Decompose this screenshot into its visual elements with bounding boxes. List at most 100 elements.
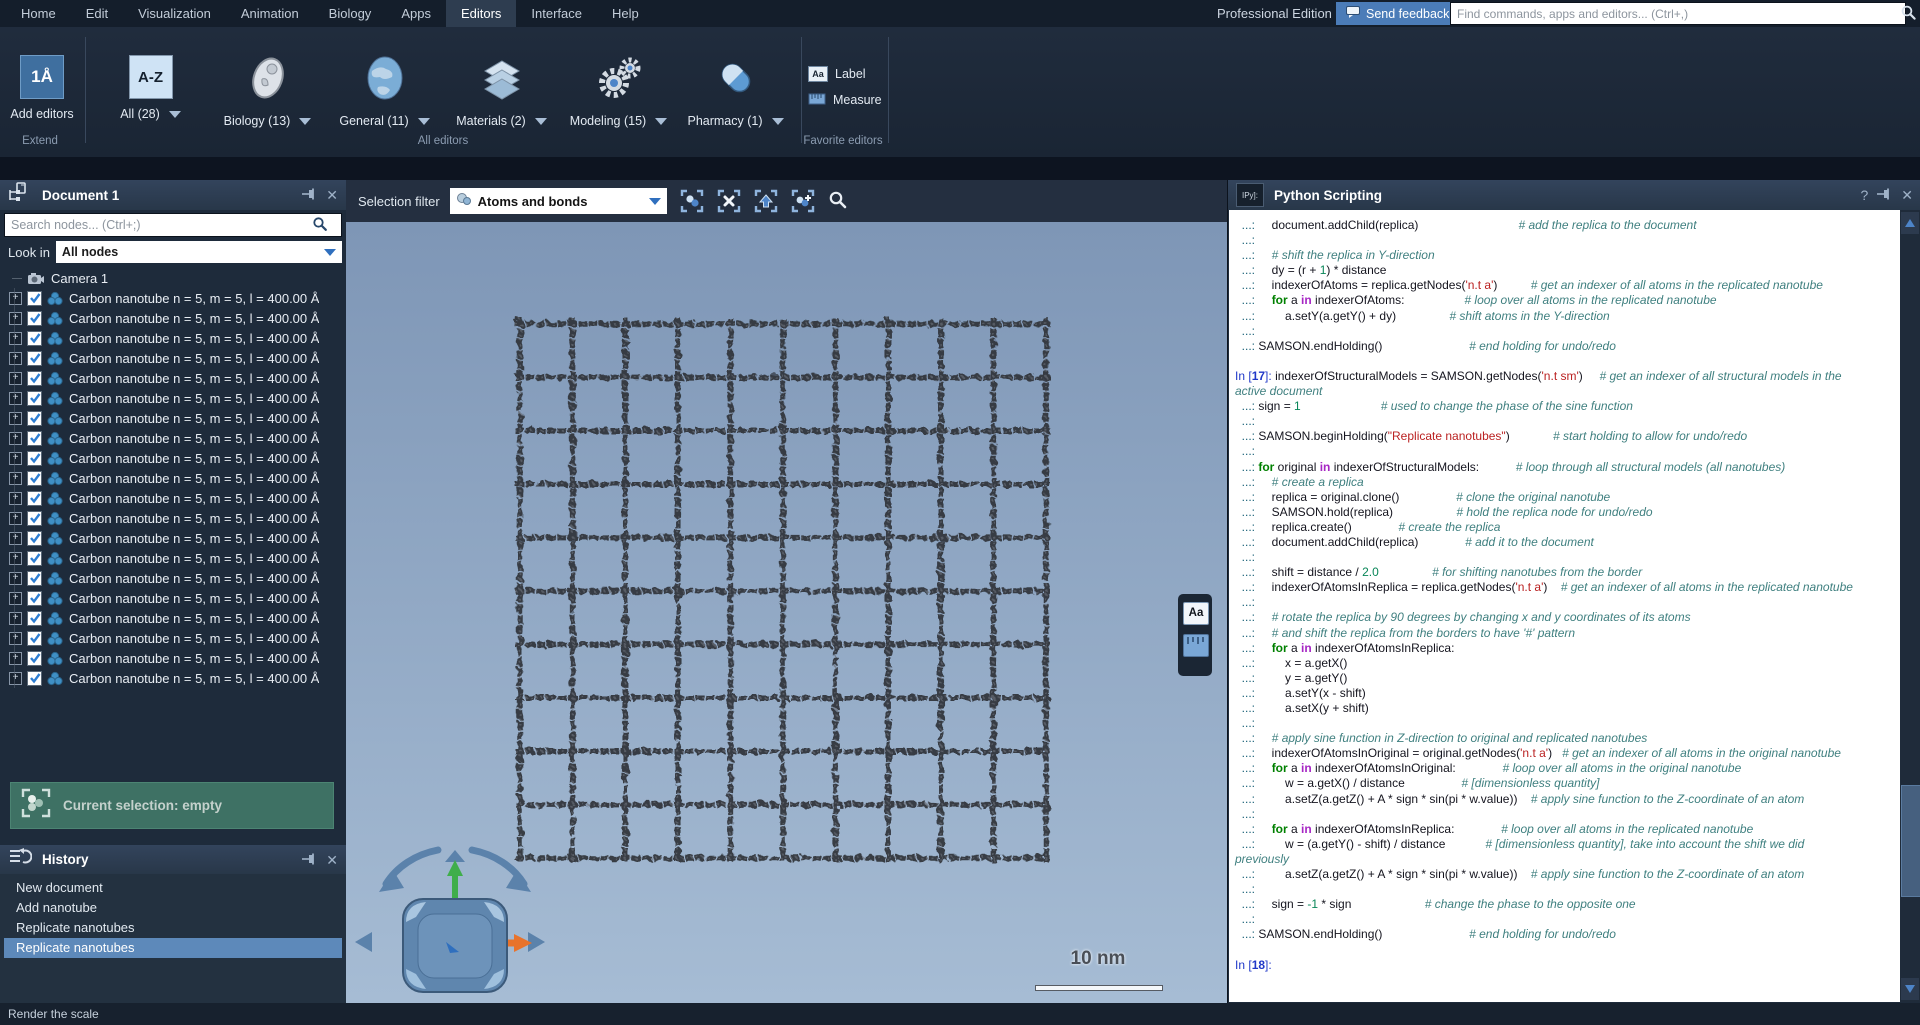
tree-item-nanotube[interactable]: +Carbon nanotube n = 5, m = 5, l = 400.0… <box>0 508 346 528</box>
expand-icon[interactable]: + <box>9 332 22 345</box>
tree-item-nanotube[interactable]: +Carbon nanotube n = 5, m = 5, l = 400.0… <box>0 288 346 308</box>
scroll-down-icon[interactable] <box>1901 978 1919 1000</box>
chevron-down-icon[interactable] <box>299 118 311 125</box>
expand-icon[interactable]: + <box>9 312 22 325</box>
visibility-checkbox[interactable] <box>27 571 42 586</box>
visibility-checkbox[interactable] <box>27 331 42 346</box>
favorite-editor-label[interactable]: AaLabel <box>808 61 882 87</box>
tree-item-nanotube[interactable]: +Carbon nanotube n = 5, m = 5, l = 400.0… <box>0 388 346 408</box>
visibility-checkbox[interactable] <box>27 531 42 546</box>
tree-item-nanotube[interactable]: +Carbon nanotube n = 5, m = 5, l = 400.0… <box>0 568 346 588</box>
pin-icon[interactable] <box>302 853 317 867</box>
expand-icon[interactable]: + <box>9 432 22 445</box>
chevron-down-icon[interactable] <box>169 111 181 118</box>
tree-item-nanotube[interactable]: +Carbon nanotube n = 5, m = 5, l = 400.0… <box>0 628 346 648</box>
visibility-checkbox[interactable] <box>27 351 42 366</box>
visibility-checkbox[interactable] <box>27 291 42 306</box>
expand-icon[interactable]: + <box>9 672 22 685</box>
favorite-editor-measure[interactable]: Measure <box>808 87 882 113</box>
menu-item-home[interactable]: Home <box>6 0 71 27</box>
visibility-checkbox[interactable] <box>27 371 42 386</box>
help-icon[interactable]: ? <box>1860 188 1868 202</box>
expand-icon[interactable]: + <box>9 352 22 365</box>
tree-item-nanotube[interactable]: +Carbon nanotube n = 5, m = 5, l = 400.0… <box>0 488 346 508</box>
tree-item-nanotube[interactable]: +Carbon nanotube n = 5, m = 5, l = 400.0… <box>0 668 346 688</box>
menu-item-animation[interactable]: Animation <box>226 0 314 27</box>
console-scrollbar[interactable] <box>1900 210 1920 1002</box>
expand-icon[interactable]: + <box>9 552 22 565</box>
history-item-replicate-nanotubes[interactable]: Replicate nanotubes <box>4 938 342 958</box>
expand-icon[interactable]: + <box>9 392 22 405</box>
visibility-checkbox[interactable] <box>27 551 42 566</box>
chevron-down-icon[interactable] <box>655 118 667 125</box>
tree-item-nanotube[interactable]: +Carbon nanotube n = 5, m = 5, l = 400.0… <box>0 428 346 448</box>
expand-icon[interactable]: + <box>9 492 22 505</box>
menu-item-editors[interactable]: Editors <box>446 0 516 27</box>
editor-category-pharmacy-1[interactable]: Pharmacy (1) <box>677 37 794 128</box>
tree-item-nanotube[interactable]: +Carbon nanotube n = 5, m = 5, l = 400.0… <box>0 308 346 328</box>
expand-icon[interactable]: + <box>9 532 22 545</box>
ruler-icon[interactable] <box>1183 634 1209 657</box>
chevron-down-icon[interactable] <box>535 118 547 125</box>
editor-category-general-11[interactable]: General (11) <box>326 37 443 128</box>
pin-icon[interactable] <box>1877 188 1892 202</box>
select-atoms-icon[interactable] <box>679 188 705 214</box>
menu-item-help[interactable]: Help <box>597 0 654 27</box>
menu-item-apps[interactable]: Apps <box>386 0 446 27</box>
history-item-add-nanotube[interactable]: Add nanotube <box>4 898 342 918</box>
tree-item-nanotube[interactable]: +Carbon nanotube n = 5, m = 5, l = 400.0… <box>0 368 346 388</box>
pin-icon[interactable] <box>302 188 317 202</box>
visibility-checkbox[interactable] <box>27 491 42 506</box>
look-in-select[interactable]: All nodes <box>56 241 342 263</box>
editor-category-materials-2[interactable]: Materials (2) <box>443 37 560 128</box>
menu-item-biology[interactable]: Biology <box>314 0 387 27</box>
editor-category-modeling-15[interactable]: Modeling (15) <box>560 37 677 128</box>
visibility-checkbox[interactable] <box>27 471 42 486</box>
menu-item-interface[interactable]: Interface <box>516 0 597 27</box>
visibility-checkbox[interactable] <box>27 311 42 326</box>
tree-item-camera[interactable]: Camera 1 <box>0 268 346 288</box>
tree-item-nanotube[interactable]: +Carbon nanotube n = 5, m = 5, l = 400.0… <box>0 448 346 468</box>
visibility-checkbox[interactable] <box>27 631 42 646</box>
close-icon[interactable]: ✕ <box>326 188 338 202</box>
tree-item-nanotube[interactable]: +Carbon nanotube n = 5, m = 5, l = 400.0… <box>0 468 346 488</box>
editor-category-all-28[interactable]: A-ZAll (28) <box>92 37 209 128</box>
send-feedback-button[interactable]: Send feedback <box>1336 2 1459 25</box>
close-icon[interactable]: ✕ <box>326 853 338 867</box>
tree-item-nanotube[interactable]: +Carbon nanotube n = 5, m = 5, l = 400.0… <box>0 648 346 668</box>
expand-icon[interactable]: + <box>9 372 22 385</box>
chevron-down-icon[interactable] <box>772 118 784 125</box>
python-console[interactable]: ...: document.addChild(replica) # add th… <box>1229 210 1900 1002</box>
visibility-checkbox[interactable] <box>27 611 42 626</box>
visibility-checkbox[interactable] <box>27 391 42 406</box>
expand-icon[interactable]: + <box>9 632 22 645</box>
expand-icon[interactable]: + <box>9 452 22 465</box>
visibility-checkbox[interactable] <box>27 511 42 526</box>
expand-icon[interactable]: + <box>9 412 22 425</box>
scrollbar-thumb[interactable] <box>1901 785 1920 897</box>
tree-item-nanotube[interactable]: +Carbon nanotube n = 5, m = 5, l = 400.0… <box>0 588 346 608</box>
editor-category-biology-13[interactable]: Biology (13) <box>209 37 326 128</box>
select-add-icon[interactable] <box>790 188 816 214</box>
history-item-new-document[interactable]: New document <box>4 878 342 898</box>
node-search-input[interactable] <box>4 213 342 237</box>
tree-item-nanotube[interactable]: +Carbon nanotube n = 5, m = 5, l = 400.0… <box>0 348 346 368</box>
select-up-icon[interactable] <box>753 188 779 214</box>
tree-item-nanotube[interactable]: +Carbon nanotube n = 5, m = 5, l = 400.0… <box>0 548 346 568</box>
command-search-input[interactable] <box>1450 2 1906 25</box>
visibility-checkbox[interactable] <box>27 671 42 686</box>
tree-item-nanotube[interactable]: +Carbon nanotube n = 5, m = 5, l = 400.0… <box>0 328 346 348</box>
close-icon[interactable]: ✕ <box>1901 188 1913 202</box>
label-display-button[interactable]: Aa <box>1183 602 1209 625</box>
tree-item-nanotube[interactable]: +Carbon nanotube n = 5, m = 5, l = 400.0… <box>0 528 346 548</box>
visibility-checkbox[interactable] <box>27 451 42 466</box>
expand-icon[interactable]: + <box>9 612 22 625</box>
expand-icon[interactable]: + <box>9 652 22 665</box>
expand-icon[interactable]: + <box>9 472 22 485</box>
chevron-down-icon[interactable] <box>418 118 430 125</box>
zoom-selection-icon[interactable] <box>827 189 851 213</box>
expand-icon[interactable]: + <box>9 512 22 525</box>
scroll-up-icon[interactable] <box>1901 212 1919 234</box>
tree-item-nanotube[interactable]: +Carbon nanotube n = 5, m = 5, l = 400.0… <box>0 608 346 628</box>
expand-icon[interactable]: + <box>9 592 22 605</box>
